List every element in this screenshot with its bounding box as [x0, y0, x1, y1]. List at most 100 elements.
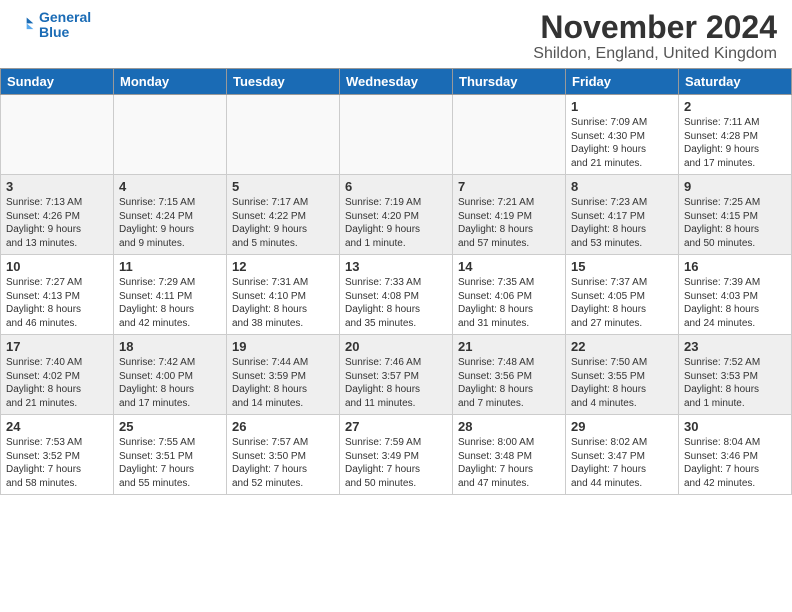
- calendar-day: 8Sunrise: 7:23 AM Sunset: 4:17 PM Daylig…: [566, 175, 679, 255]
- day-info: Sunrise: 7:39 AM Sunset: 4:03 PM Dayligh…: [684, 276, 786, 330]
- day-info: Sunrise: 7:13 AM Sunset: 4:26 PM Dayligh…: [6, 196, 108, 250]
- day-number: 1: [571, 99, 673, 114]
- day-info: Sunrise: 7:50 AM Sunset: 3:55 PM Dayligh…: [571, 356, 673, 410]
- day-info: Sunrise: 7:57 AM Sunset: 3:50 PM Dayligh…: [232, 436, 334, 490]
- col-header-tuesday: Tuesday: [227, 69, 340, 95]
- day-number: 13: [345, 259, 447, 274]
- day-info: Sunrise: 7:53 AM Sunset: 3:52 PM Dayligh…: [6, 436, 108, 490]
- day-info: Sunrise: 7:42 AM Sunset: 4:00 PM Dayligh…: [119, 356, 221, 410]
- day-number: 22: [571, 339, 673, 354]
- logo-general: General: [39, 9, 91, 25]
- day-number: 15: [571, 259, 673, 274]
- day-number: 10: [6, 259, 108, 274]
- day-info: Sunrise: 8:04 AM Sunset: 3:46 PM Dayligh…: [684, 436, 786, 490]
- day-number: 5: [232, 179, 334, 194]
- calendar-day: 12 Sunrise: 7:31 AM Sunset: 4:10 PM Dayli…: [227, 255, 340, 335]
- calendar-day: [114, 95, 227, 175]
- calendar-day: [227, 95, 340, 175]
- day-number: 16: [684, 259, 786, 274]
- calendar-day: 17Sunrise: 7:40 AM Sunset: 4:02 PM Dayli…: [1, 335, 114, 415]
- day-info: Sunrise: 8:00 AM Sunset: 3:48 PM Dayligh…: [458, 436, 560, 490]
- calendar-header-row: SundayMondayTuesdayWednesdayThursdayFrid…: [1, 69, 792, 95]
- day-number: 12: [232, 259, 334, 274]
- month-title: November 2024: [533, 10, 777, 45]
- col-header-friday: Friday: [566, 69, 679, 95]
- calendar-day: 11 Sunrise: 7:29 AM Sunset: 4:11 PM Dayli…: [114, 255, 227, 335]
- day-info: Sunrise: 7:27 AM Sunset: 4:13 PM Dayligh…: [6, 276, 108, 330]
- day-info: Sunrise: 7:52 AM Sunset: 3:53 PM Dayligh…: [684, 356, 786, 410]
- calendar-day: 18 Sunrise: 7:42 AM Sunset: 4:00 PM Dayli…: [114, 335, 227, 415]
- header: General Blue November 2024 Shildon, Engl…: [0, 0, 792, 68]
- calendar-day: 30 Sunrise: 8:04 AM Sunset: 3:46 PM Dayli…: [679, 415, 792, 495]
- calendar-day: [453, 95, 566, 175]
- calendar-day: 28 Sunrise: 8:00 AM Sunset: 3:48 PM Dayli…: [453, 415, 566, 495]
- calendar-day: [1, 95, 114, 175]
- day-number: 3: [6, 179, 108, 194]
- calendar-day: 26 Sunrise: 7:57 AM Sunset: 3:50 PM Dayli…: [227, 415, 340, 495]
- calendar-day: 1 Sunrise: 7:09 AM Sunset: 4:30 PM Daylig…: [566, 95, 679, 175]
- calendar-day: 27Sunrise: 7:59 AM Sunset: 3:49 PM Dayli…: [340, 415, 453, 495]
- day-info: Sunrise: 7:09 AM Sunset: 4:30 PM Dayligh…: [571, 116, 673, 170]
- calendar-day: 3 Sunrise: 7:13 AM Sunset: 4:26 PM Daylig…: [1, 175, 114, 255]
- calendar-day: 5 Sunrise: 7:17 AM Sunset: 4:22 PM Daylig…: [227, 175, 340, 255]
- day-number: 6: [345, 179, 447, 194]
- calendar-day: 14Sunrise: 7:35 AM Sunset: 4:06 PM Dayli…: [453, 255, 566, 335]
- calendar-day: [340, 95, 453, 175]
- day-number: 28: [458, 419, 560, 434]
- calendar-week-row: 3 Sunrise: 7:13 AM Sunset: 4:26 PM Daylig…: [1, 175, 792, 255]
- logo-blue: Blue: [39, 24, 69, 40]
- day-info: Sunrise: 7:46 AM Sunset: 3:57 PM Dayligh…: [345, 356, 447, 410]
- day-number: 18: [119, 339, 221, 354]
- day-number: 29: [571, 419, 673, 434]
- day-number: 24: [6, 419, 108, 434]
- day-info: Sunrise: 7:23 AM Sunset: 4:17 PM Dayligh…: [571, 196, 673, 250]
- col-header-monday: Monday: [114, 69, 227, 95]
- calendar-day: 10 Sunrise: 7:27 AM Sunset: 4:13 PM Dayli…: [1, 255, 114, 335]
- day-info: Sunrise: 7:37 AM Sunset: 4:05 PM Dayligh…: [571, 276, 673, 330]
- location: Shildon, England, United Kingdom: [533, 45, 777, 63]
- day-number: 26: [232, 419, 334, 434]
- day-info: Sunrise: 7:29 AM Sunset: 4:11 PM Dayligh…: [119, 276, 221, 330]
- logo-text: General Blue: [39, 10, 91, 41]
- calendar-day: 21 Sunrise: 7:48 AM Sunset: 3:56 PM Dayli…: [453, 335, 566, 415]
- calendar-day: 22 Sunrise: 7:50 AM Sunset: 3:55 PM Dayli…: [566, 335, 679, 415]
- day-number: 21: [458, 339, 560, 354]
- day-info: Sunrise: 7:48 AM Sunset: 3:56 PM Dayligh…: [458, 356, 560, 410]
- col-header-wednesday: Wednesday: [340, 69, 453, 95]
- day-number: 4: [119, 179, 221, 194]
- calendar-week-row: 10 Sunrise: 7:27 AM Sunset: 4:13 PM Dayli…: [1, 255, 792, 335]
- day-info: Sunrise: 7:11 AM Sunset: 4:28 PM Dayligh…: [684, 116, 786, 170]
- day-info: Sunrise: 7:44 AM Sunset: 3:59 PM Dayligh…: [232, 356, 334, 410]
- day-info: Sunrise: 7:59 AM Sunset: 3:49 PM Dayligh…: [345, 436, 447, 490]
- day-number: 20: [345, 339, 447, 354]
- calendar-day: 15 Sunrise: 7:37 AM Sunset: 4:05 PM Dayli…: [566, 255, 679, 335]
- day-info: Sunrise: 7:55 AM Sunset: 3:51 PM Dayligh…: [119, 436, 221, 490]
- day-number: 7: [458, 179, 560, 194]
- calendar-week-row: 24 Sunrise: 7:53 AM Sunset: 3:52 PM Dayli…: [1, 415, 792, 495]
- calendar-day: 25 Sunrise: 7:55 AM Sunset: 3:51 PM Dayli…: [114, 415, 227, 495]
- col-header-saturday: Saturday: [679, 69, 792, 95]
- day-number: 30: [684, 419, 786, 434]
- day-number: 11: [119, 259, 221, 274]
- day-number: 25: [119, 419, 221, 434]
- day-info: Sunrise: 7:19 AM Sunset: 4:20 PM Dayligh…: [345, 196, 447, 250]
- calendar-day: 9Sunrise: 7:25 AM Sunset: 4:15 PM Daylig…: [679, 175, 792, 255]
- day-info: Sunrise: 7:15 AM Sunset: 4:24 PM Dayligh…: [119, 196, 221, 250]
- day-info: Sunrise: 7:17 AM Sunset: 4:22 PM Dayligh…: [232, 196, 334, 250]
- day-number: 23: [684, 339, 786, 354]
- col-header-sunday: Sunday: [1, 69, 114, 95]
- day-info: Sunrise: 7:31 AM Sunset: 4:10 PM Dayligh…: [232, 276, 334, 330]
- day-number: 9: [684, 179, 786, 194]
- calendar-day: 13Sunrise: 7:33 AM Sunset: 4:08 PM Dayli…: [340, 255, 453, 335]
- logo-icon: [15, 15, 35, 35]
- calendar-week-row: 1 Sunrise: 7:09 AM Sunset: 4:30 PM Daylig…: [1, 95, 792, 175]
- calendar-day: 4 Sunrise: 7:15 AM Sunset: 4:24 PM Daylig…: [114, 175, 227, 255]
- title-block: November 2024 Shildon, England, United K…: [533, 10, 777, 63]
- calendar: SundayMondayTuesdayWednesdayThursdayFrid…: [0, 68, 792, 495]
- calendar-day: 20 Sunrise: 7:46 AM Sunset: 3:57 PM Dayli…: [340, 335, 453, 415]
- calendar-day: 19Sunrise: 7:44 AM Sunset: 3:59 PM Dayli…: [227, 335, 340, 415]
- calendar-day: 23 Sunrise: 7:52 AM Sunset: 3:53 PM Dayli…: [679, 335, 792, 415]
- calendar-day: 6 Sunrise: 7:19 AM Sunset: 4:20 PM Daylig…: [340, 175, 453, 255]
- day-number: 17: [6, 339, 108, 354]
- col-header-thursday: Thursday: [453, 69, 566, 95]
